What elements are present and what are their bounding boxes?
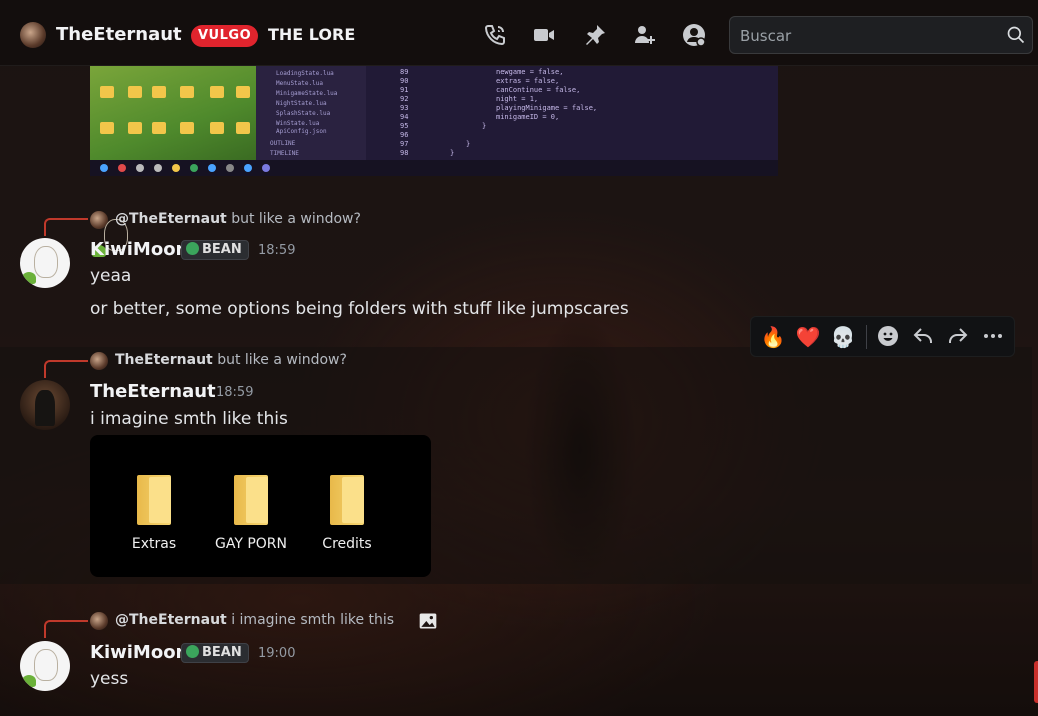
reply-preview[interactable]: TheEternaut but like a window? — [115, 352, 347, 368]
video-icon[interactable] — [532, 23, 556, 47]
avatar[interactable] — [20, 238, 70, 288]
folder-icon — [234, 475, 268, 525]
image-icon — [418, 611, 438, 631]
channel-tag: VULGO — [191, 25, 259, 47]
author-name[interactable]: KiwiMoon — [90, 642, 188, 663]
add-reaction-icon[interactable] — [875, 324, 901, 350]
reply-icon[interactable] — [910, 324, 936, 350]
folder-window-attachment[interactable]: Extras GAY PORN Credits — [90, 435, 431, 577]
divider — [866, 325, 867, 349]
folder-gay-porn[interactable]: GAY PORN — [206, 475, 296, 552]
message-text: yeaa — [90, 266, 132, 286]
code-editor: 89 newgame = false, 90 extras = false, 91 c… — [366, 66, 778, 160]
status-badge: BEAN — [181, 643, 249, 663]
screenshot-attachment[interactable]: LoadingState.lua MenuState.lua MinigameS… — [90, 66, 778, 176]
pin-icon[interactable] — [583, 23, 607, 47]
reply-connector — [44, 620, 88, 638]
search-input[interactable] — [740, 25, 1000, 47]
channel-avatar[interactable] — [20, 22, 46, 48]
more-icon[interactable] — [980, 324, 1006, 350]
timestamp: 18:59 — [216, 385, 254, 400]
search-icon[interactable] — [1006, 25, 1026, 45]
reply-avatar[interactable] — [90, 352, 108, 370]
message-text: i imagine smth like this — [90, 409, 288, 429]
editor-file-tree: LoadingState.lua MenuState.lua MinigameS… — [256, 66, 366, 160]
avatar[interactable] — [20, 380, 70, 430]
skull-icon — [186, 242, 199, 255]
folder-extras[interactable]: Extras — [109, 475, 199, 552]
reply-preview[interactable]: @TheEternaut i imagine smth like this — [115, 612, 394, 628]
skull-reaction[interactable]: 💀 — [830, 324, 856, 350]
skull-icon — [186, 645, 199, 658]
reply-avatar[interactable] — [90, 211, 128, 257]
timestamp: 18:59 — [258, 243, 296, 258]
phone-icon[interactable] — [483, 23, 507, 47]
message-actions-bar: 🔥 ❤️ 💀 — [750, 316, 1015, 357]
reply-connector — [44, 218, 88, 236]
notification-edge[interactable] — [1034, 661, 1038, 703]
channel-title[interactable]: TheEternaut — [56, 24, 182, 45]
folder-icon — [330, 475, 364, 525]
add-member-icon[interactable] — [633, 23, 657, 47]
folder-icon — [137, 475, 171, 525]
message-text: yess — [90, 669, 129, 689]
status-badge: BEAN — [181, 240, 249, 260]
author-name[interactable]: KiwiMoon — [90, 239, 188, 260]
forward-icon[interactable] — [945, 324, 971, 350]
heart-reaction[interactable]: ❤️ — [795, 324, 821, 350]
reply-preview[interactable]: @TheEternaut but like a window? — [115, 211, 361, 227]
author-name[interactable]: TheEternaut — [90, 381, 216, 402]
profile-icon[interactable] — [682, 23, 706, 47]
reply-avatar[interactable] — [90, 612, 108, 630]
desktop-area — [90, 66, 256, 160]
avatar[interactable] — [20, 641, 70, 691]
folder-credits[interactable]: Credits — [302, 475, 392, 552]
taskbar — [90, 160, 778, 176]
reply-connector — [44, 360, 88, 378]
fire-reaction[interactable]: 🔥 — [760, 324, 786, 350]
search-box[interactable] — [729, 16, 1033, 54]
timestamp: 19:00 — [258, 646, 296, 661]
channel-header: TheEternaut VULGO THE LORE — [0, 0, 1038, 66]
channel-subtitle: THE LORE — [268, 25, 356, 44]
message-text: or better, some options being folders wi… — [90, 299, 629, 319]
